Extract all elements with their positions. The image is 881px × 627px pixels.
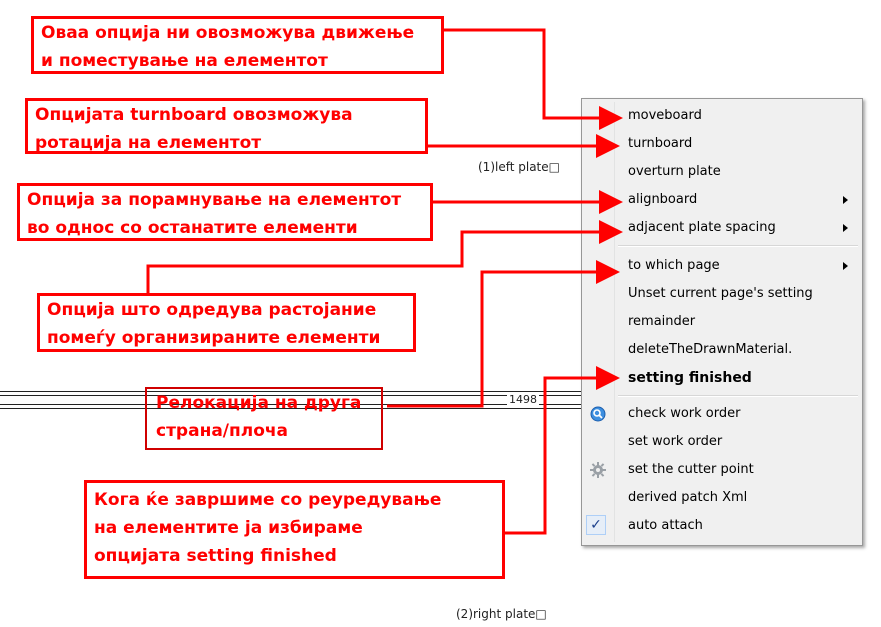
arrow-moveboard bbox=[444, 28, 623, 130]
callout-setting-finished: Кога ќе завршиме со реуредување на елеме… bbox=[84, 480, 505, 579]
callout-adjacent-spacing: Опција што одредува растојание помеѓу ор… bbox=[37, 293, 416, 352]
callout-line: на елементите ја избираме bbox=[94, 518, 363, 538]
callout-line: Оваа опција ни овозможува движење bbox=[41, 23, 415, 43]
callout-line: Кога ќе завршиме со реуредување bbox=[94, 490, 442, 510]
callout-line: помеѓу организираните елементи bbox=[47, 328, 381, 348]
callout-turnboard: Опцијата turnboard овозможува ротација н… bbox=[25, 98, 428, 154]
callout-line: опцијата setting finished bbox=[94, 546, 337, 566]
callout-line: Релокација на друга bbox=[156, 393, 362, 413]
callout-to-which-page: Релокација на друга страна/плоча bbox=[145, 387, 383, 450]
callout-line: Опција за порамнување на елементот bbox=[27, 190, 402, 210]
callout-line: Опција што одредува растојание bbox=[47, 300, 377, 320]
callout-line: и поместување на елементот bbox=[41, 51, 328, 71]
callout-alignboard: Опција за порамнување на елементот во од… bbox=[17, 183, 433, 241]
callout-line: Опцијата turnboard овозможува bbox=[35, 105, 353, 125]
callout-line: страна/плоча bbox=[156, 421, 289, 441]
arrow-to-which-page bbox=[387, 260, 620, 408]
arrow-setting-finished bbox=[505, 366, 620, 535]
callout-line: ротација на елементот bbox=[35, 133, 262, 153]
callout-line: во однос со останатите елементи bbox=[27, 218, 358, 238]
callout-moveboard: Оваа опција ни овозможува движење и поме… bbox=[31, 16, 444, 74]
